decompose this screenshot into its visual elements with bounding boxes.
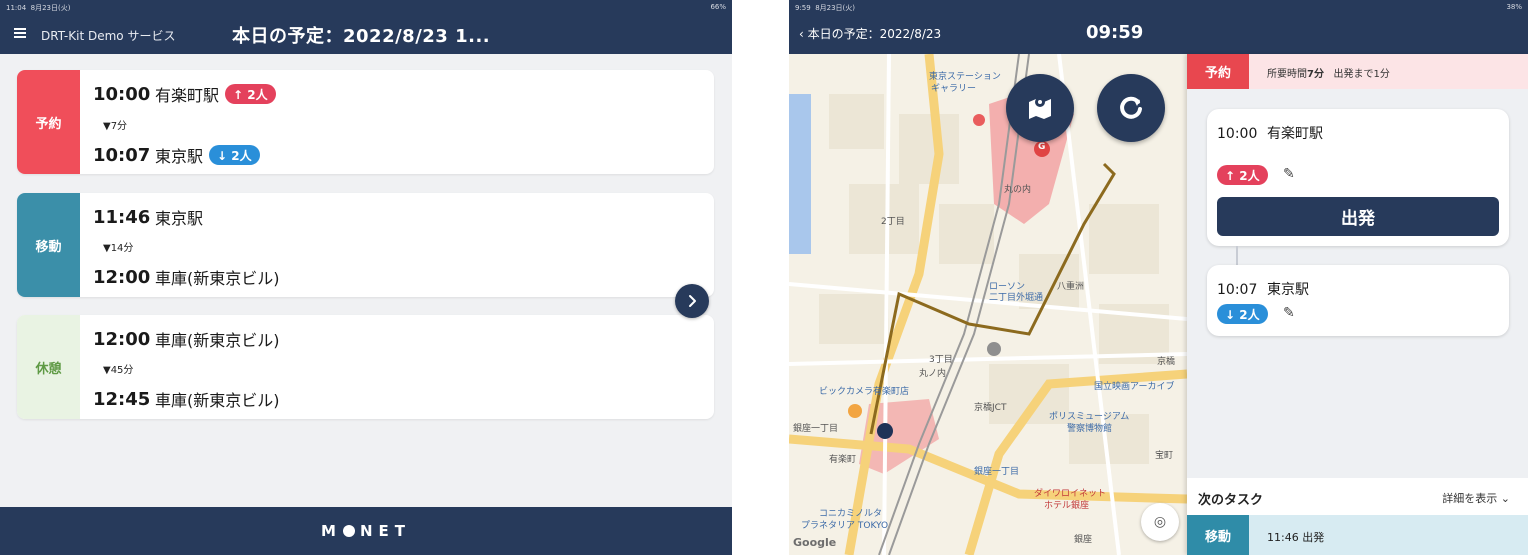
app-name: DRT-Kit Demo サービス	[41, 29, 176, 43]
status-date: 8月23日(火)	[815, 4, 856, 12]
map-label: 警察博物館	[1067, 424, 1113, 434]
chevron-left-icon: ‹	[799, 27, 808, 41]
travel-duration: ▼7分	[103, 121, 128, 132]
back-button[interactable]: ‹ 本日の予定：2022/8/23	[799, 25, 941, 42]
schedule-card-reservation[interactable]: 予約 10:00 有楽町駅 ↑ 2人 ▼7分 10:07 東京駅 ↓ 2人	[17, 70, 714, 174]
map-label: 3丁目	[929, 355, 953, 365]
map-label: 丸ノ内	[919, 369, 947, 379]
route-map[interactable]: 東京ステーション ギャラリー 丸の内 2丁目 3丁目 丸ノ内 有楽町 ビックカメ…	[789, 54, 1187, 555]
status-time: 9:59	[795, 4, 811, 12]
task-info: 所要時間7分 出発まで1分	[1267, 65, 1390, 80]
map-label: 国立映画アーカイブ	[1094, 382, 1175, 392]
pickup-count-badge: ↑ 2人	[225, 84, 276, 104]
departure-place: 東京駅	[155, 209, 204, 228]
page-title: 本日の予定：2022/8/23 1...	[232, 26, 491, 47]
map-label: 丸の内	[1004, 185, 1032, 195]
map-label: 2丁目	[881, 217, 905, 227]
time-to-departure: 出発まで1分	[1333, 69, 1390, 80]
goal-marker: G	[1038, 142, 1046, 152]
departure-time: 10:00	[93, 83, 151, 105]
task-type-badge: 予約	[17, 70, 80, 174]
pickup-count-badge: ↑ 2人	[1217, 165, 1268, 185]
departure-time: 11:46	[93, 206, 151, 228]
chevron-right-icon[interactable]	[675, 284, 709, 318]
depart-button[interactable]: 出発	[1217, 197, 1499, 236]
task-panel: 予約 所要時間7分 出発まで1分 10:00 有楽町駅 ↑ 2人 ✎ 出発 10:…	[1187, 54, 1528, 555]
current-time: 09:59	[1086, 22, 1144, 43]
arrival-place: 車庫(新東京ビル)	[155, 391, 280, 410]
status-bar: 11:04 8月23日(火) 66%	[0, 0, 732, 14]
refresh-button[interactable]	[1097, 74, 1165, 142]
map-icon	[1029, 97, 1051, 119]
map-label: 銀座	[1074, 535, 1093, 545]
next-task-label: 次のタスク	[1198, 493, 1264, 508]
stop-time: 10:07	[1217, 282, 1258, 298]
navigation-screen: 9:59 8月23日(火) 38% ‹ 本日の予定：2022/8/23 09:5…	[789, 0, 1528, 555]
map-label: 宝町	[1155, 451, 1174, 461]
duration-label: 所要時間	[1267, 69, 1307, 80]
map-view-button[interactable]	[1006, 74, 1074, 142]
pickup-stop-card: 10:00 有楽町駅 ↑ 2人 ✎ 出発	[1207, 109, 1509, 246]
map-label: 二丁目外堀通	[989, 293, 1044, 303]
bottom-bar: M NET	[0, 507, 732, 555]
task-type-badge: 休憩	[17, 315, 80, 419]
pencil-icon[interactable]: ✎	[1283, 305, 1295, 321]
top-app-bar: 9:59 8月23日(火) 38% ‹ 本日の予定：2022/8/23 09:5…	[789, 0, 1528, 54]
map-label: ホテル銀座	[1044, 501, 1090, 511]
dropoff-stop-card: 10:07 東京駅 ↓ 2人 ✎	[1207, 265, 1509, 336]
status-time: 11:04	[6, 4, 27, 12]
map-label: プラネタリア TOKYO	[801, 521, 889, 531]
back-label: 本日の予定：2022/8/23	[807, 27, 942, 41]
arrival-time: 10:07	[93, 144, 151, 166]
map-label: ビックカメラ有楽町店	[819, 387, 910, 397]
departure-time: 12:00	[93, 328, 151, 350]
map-label: 京橋	[1157, 357, 1176, 367]
current-task-bar: 予約 所要時間7分 出発まで1分	[1187, 54, 1528, 89]
map-label: 八重洲	[1057, 282, 1085, 292]
travel-duration: ▼45分	[103, 365, 134, 376]
status-date: 8月23日(火)	[30, 4, 71, 12]
monet-logo: M NET	[321, 522, 411, 540]
task-type-badge: 移動	[17, 193, 80, 297]
departure-place: 有楽町駅	[155, 86, 220, 105]
schedule-screen: 11:04 8月23日(火) 66% DRT-Kit Demo サービス 本日の…	[0, 0, 732, 555]
menu-icon[interactable]	[14, 28, 26, 38]
dropoff-count-badge: ↓ 2人	[209, 145, 260, 165]
next-task-text: 11:46 出発	[1267, 531, 1325, 544]
departure-place: 車庫(新東京ビル)	[155, 331, 280, 350]
map-label: 銀座一丁目	[793, 424, 839, 434]
map-label: ギャラリー	[931, 84, 977, 94]
next-task-header: 次のタスク 詳細を表示 ⌄	[1187, 478, 1528, 515]
pencil-icon[interactable]: ✎	[1283, 166, 1295, 182]
dropoff-count-badge: ↓ 2人	[1217, 304, 1268, 324]
status-bar: 9:59 8月23日(火) 38%	[789, 0, 1528, 14]
stop-place: 有楽町駅	[1267, 126, 1323, 142]
arrival-time: 12:00	[93, 266, 151, 288]
task-type-badge: 移動	[1187, 515, 1249, 555]
refresh-icon	[1120, 96, 1142, 119]
next-task-row[interactable]: 移動 11:46 出発	[1187, 515, 1528, 555]
arrival-time: 12:45	[93, 388, 151, 410]
stop-place: 東京駅	[1267, 282, 1309, 298]
arrival-place: 東京駅	[155, 147, 204, 166]
stop-connector	[1236, 246, 1238, 266]
battery-level: 38%	[1506, 3, 1522, 11]
show-details-button[interactable]: 詳細を表示 ⌄	[1442, 490, 1510, 506]
google-logo: Google	[793, 536, 837, 549]
map-label: 銀座一丁目	[974, 467, 1020, 477]
schedule-card-rest[interactable]: 休憩 12:00 車庫(新東京ビル) ▼45分 12:45 車庫(新東京ビル)	[17, 315, 714, 419]
arrival-place: 車庫(新東京ビル)	[155, 269, 280, 288]
schedule-card-move[interactable]: 移動 11:46 東京駅 ▼14分 12:00 車庫(新東京ビル)	[17, 193, 714, 297]
battery-level: 66%	[710, 3, 726, 11]
task-type-badge: 予約	[1187, 54, 1249, 89]
map-label: 京橋JCT	[974, 403, 1007, 413]
stop-time: 10:00	[1217, 126, 1258, 142]
map-label: 有楽町	[829, 455, 857, 465]
duration-value: 7分	[1307, 69, 1324, 80]
travel-duration: ▼14分	[103, 243, 134, 254]
my-location-icon[interactable]: ◎	[1141, 503, 1179, 541]
top-app-bar: 11:04 8月23日(火) 66% DRT-Kit Demo サービス 本日の…	[0, 0, 732, 54]
